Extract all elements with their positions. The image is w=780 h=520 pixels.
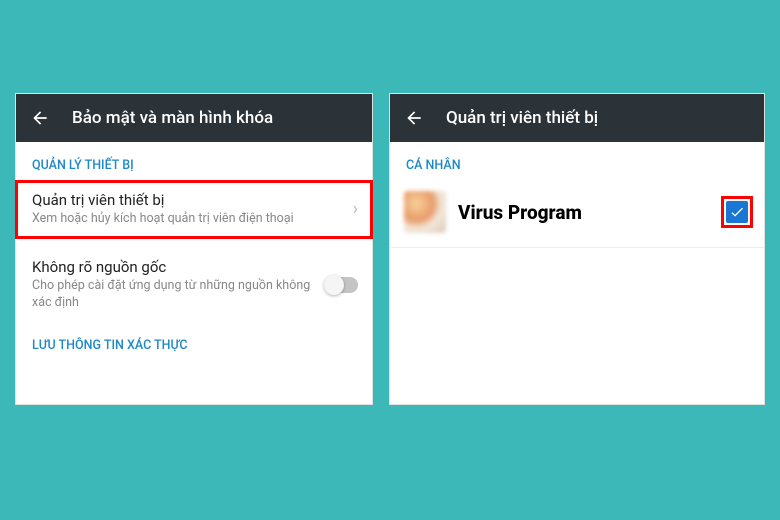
section-device-management: QUẢN LÝ THIẾT BỊ	[16, 142, 372, 181]
device-admin-item[interactable]: Quản trị viên thiết bị Xem hoặc hủy kích…	[16, 181, 372, 238]
back-button[interactable]	[30, 108, 50, 128]
admin-checkbox[interactable]	[726, 201, 748, 223]
header-bar: Quản trị viên thiết bị	[390, 94, 764, 142]
app-icon	[404, 191, 446, 233]
spacer	[16, 238, 372, 248]
device-admin-panel: Quản trị viên thiết bị CÁ NHÂN Virus Pro…	[389, 93, 765, 405]
highlight-box	[724, 199, 750, 225]
header-title: Bảo mật và màn hình khóa	[72, 108, 273, 128]
chevron-right-icon: ›	[353, 199, 358, 220]
unknown-sources-subtitle: Cho phép cài đặt ứng dụng từ những nguồn…	[32, 278, 356, 312]
back-button[interactable]	[404, 108, 424, 128]
arrow-left-icon	[30, 108, 50, 128]
header-bar: Bảo mật và màn hình khóa	[16, 94, 372, 142]
admin-app-row[interactable]: Virus Program	[390, 181, 764, 248]
unknown-sources-title: Không rõ nguồn gốc	[32, 258, 356, 276]
unknown-sources-toggle[interactable]	[324, 277, 358, 293]
section-credential-storage: LƯU THÔNG TIN XÁC THỰC	[16, 322, 372, 361]
app-name-label: Virus Program	[458, 201, 712, 224]
arrow-left-icon	[404, 108, 424, 128]
security-settings-panel: Bảo mật và màn hình khóa QUẢN LÝ THIẾT B…	[15, 93, 373, 405]
header-title: Quản trị viên thiết bị	[446, 108, 598, 128]
checkmark-icon	[729, 204, 745, 220]
device-admin-title: Quản trị viên thiết bị	[32, 191, 356, 209]
device-admin-subtitle: Xem hoặc hủy kích hoạt quản trị viên điệ…	[32, 211, 356, 228]
section-personal: CÁ NHÂN	[390, 142, 764, 181]
unknown-sources-item[interactable]: Không rõ nguồn gốc Cho phép cài đặt ứng …	[16, 248, 372, 322]
